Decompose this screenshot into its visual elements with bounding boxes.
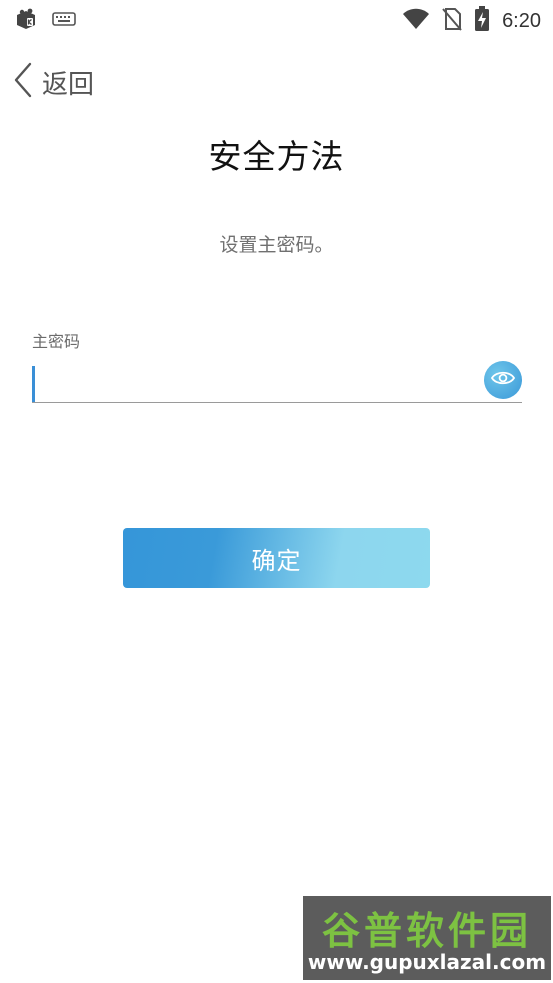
password-label: 主密码 xyxy=(32,332,81,351)
wifi-icon xyxy=(402,8,430,34)
status-bar: 6:20 xyxy=(0,0,553,38)
page-subtitle: 设置主密码。 xyxy=(219,234,334,256)
back-label: 返回 xyxy=(42,69,95,100)
status-time: 6:20 xyxy=(502,9,541,32)
eye-icon xyxy=(490,370,516,390)
text-cursor xyxy=(32,366,35,402)
watermark-title: 谷普软件园 xyxy=(321,909,532,953)
chevron-left-icon xyxy=(12,62,34,102)
battery-charging-icon xyxy=(474,6,490,36)
confirm-button[interactable]: 确定 xyxy=(123,528,430,588)
keyboard-icon xyxy=(52,11,76,31)
app-notification-icon xyxy=(14,7,38,35)
back-button[interactable]: 返回 xyxy=(12,62,94,102)
no-sim-icon xyxy=(442,7,462,35)
status-left xyxy=(14,7,76,35)
password-input[interactable] xyxy=(40,364,474,402)
confirm-button-label: 确定 xyxy=(251,546,302,575)
password-field xyxy=(32,361,522,403)
page-title: 安全方法 xyxy=(208,137,345,176)
watermark: 谷普软件园 www.gupuxlazal.com xyxy=(303,896,551,980)
watermark-url: www.gupuxlazal.com xyxy=(307,950,547,974)
status-right: 6:20 xyxy=(402,6,541,36)
show-password-button[interactable] xyxy=(484,361,522,399)
